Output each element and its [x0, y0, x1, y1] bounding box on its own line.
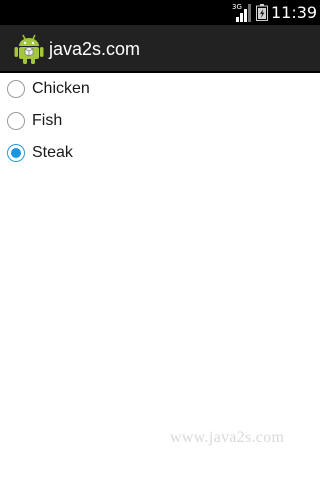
radio-option-fish[interactable]: Fish	[0, 105, 320, 137]
radio-label-steak[interactable]: Steak	[32, 143, 73, 163]
signal-3g-icon: 3G	[232, 3, 252, 22]
radio-option-chicken[interactable]: Chicken	[0, 73, 320, 105]
app-title: java2s.com	[49, 39, 141, 59]
radio-button-chicken[interactable]	[7, 80, 25, 98]
radio-label-chicken[interactable]: Chicken	[32, 79, 90, 99]
status-time: 11:39	[271, 3, 318, 22]
radio-label-fish[interactable]: Fish	[32, 111, 62, 131]
action-bar: java2s.com	[0, 25, 320, 73]
radio-button-fish[interactable]	[7, 112, 25, 130]
meal-radio-group: Chicken Fish Steak	[0, 73, 320, 169]
radio-option-steak[interactable]: Steak	[0, 137, 320, 169]
radio-button-steak[interactable]	[7, 144, 25, 162]
watermark: www.java2s.com	[170, 429, 285, 446]
status-bar: 3G 11:39	[0, 0, 320, 25]
battery-icon	[256, 4, 268, 21]
android-robot-icon[interactable]	[14, 33, 44, 65]
